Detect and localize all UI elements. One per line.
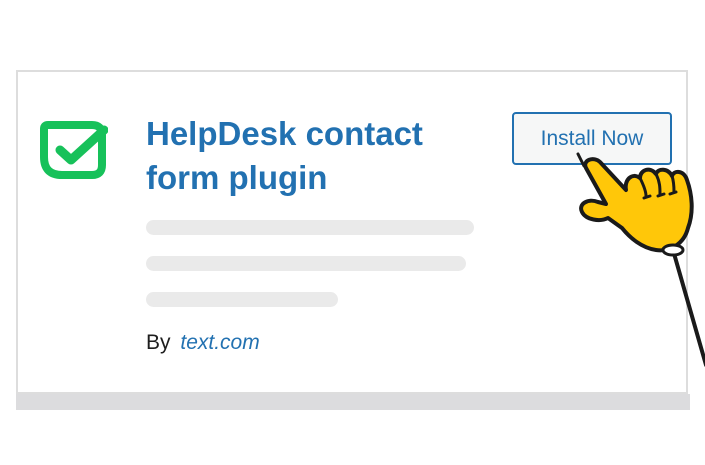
- plugin-title[interactable]: HelpDesk contact form plugin: [146, 112, 486, 200]
- checkbox-checked-icon: [40, 121, 108, 179]
- description-placeholder-line: [146, 256, 466, 271]
- by-label: By: [146, 331, 171, 354]
- pointing-hand-icon: [576, 152, 705, 367]
- plugin-card-scene: HelpDesk contact form plugin Install Now…: [0, 0, 705, 465]
- author-link[interactable]: text.com: [180, 331, 259, 354]
- plugin-card-footer: [16, 394, 690, 410]
- plugin-author-byline: By text.com: [146, 329, 260, 357]
- description-placeholder-line: [146, 220, 474, 235]
- description-placeholder-line: [146, 292, 338, 307]
